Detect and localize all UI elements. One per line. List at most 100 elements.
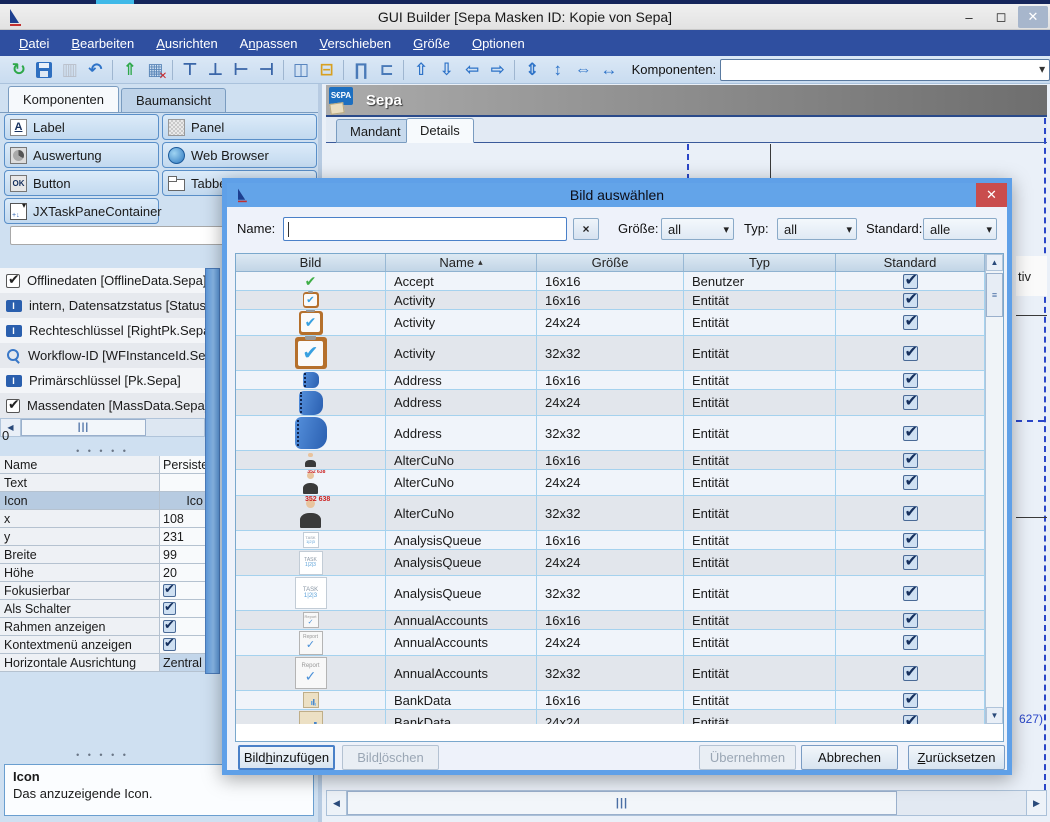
tab-details[interactable]: Details — [406, 118, 474, 143]
menu-item-anpassen[interactable]: Anpassen — [231, 33, 307, 54]
panel-scrollbar[interactable] — [205, 268, 220, 674]
align-top-icon[interactable]: ⊤ — [177, 58, 203, 82]
order-icon[interactable]: ⇑ — [117, 58, 143, 82]
table-row[interactable]: Address32x32Entität — [236, 416, 1003, 451]
delete-component-icon[interactable]: ▦ — [143, 58, 169, 82]
table-row[interactable]: TASK1|2|3AnalysisQueue24x24Entität — [236, 550, 1003, 576]
table-row[interactable]: ✔Activity16x16Entität — [236, 291, 1003, 310]
table-row[interactable]: ✔Activity32x32Entität — [236, 336, 1003, 371]
scroll-down-icon[interactable]: ▼ — [986, 707, 1003, 724]
standard-checkbox-checked[interactable] — [903, 475, 918, 490]
type-filter-select[interactable]: all ▾ — [777, 218, 857, 240]
distribute-vertical-icon[interactable]: ⊟ — [314, 58, 340, 82]
reset-button[interactable]: Zurücksetzen — [908, 745, 1005, 770]
save-icon[interactable] — [32, 58, 58, 82]
same-height-icon[interactable]: ⊏ — [374, 58, 400, 82]
undo-icon[interactable]: ↶ — [83, 58, 109, 82]
align-right-icon[interactable]: ⊣ — [254, 58, 280, 82]
palette-button-label[interactable]: ALabel — [4, 114, 159, 140]
column-header-größe[interactable]: Größe — [537, 254, 684, 271]
palette-button-button[interactable]: OKButton — [4, 170, 159, 196]
align-left-icon[interactable]: ⊢ — [228, 58, 254, 82]
standard-checkbox-checked[interactable] — [903, 533, 918, 548]
standard-checkbox-checked[interactable] — [903, 373, 918, 388]
table-row[interactable]: Address16x16Entität — [236, 371, 1003, 390]
menu-item-größe[interactable]: Größe — [404, 33, 459, 54]
property-value[interactable]: PersistentJ — [160, 456, 205, 473]
property-value[interactable]: 20 — [160, 564, 205, 581]
column-header-bild[interactable]: Bild — [236, 254, 386, 271]
resize-shorter-icon[interactable]: ↕ — [545, 58, 571, 82]
distribute-horizontal-icon[interactable]: ◫ — [288, 58, 314, 82]
list-item[interactable]: Massendaten [MassData.Sepa] — [0, 393, 205, 418]
list-item[interactable]: Workflow-ID [WFInstanceId.Sepa] — [0, 343, 205, 368]
column-header-typ[interactable]: Typ — [684, 254, 836, 271]
copy-icon[interactable]: ▥ — [57, 58, 83, 82]
table-row[interactable]: ✔Activity24x24Entität — [236, 310, 1003, 336]
standard-checkbox-checked[interactable] — [903, 635, 918, 650]
checkbox-checked-icon[interactable] — [163, 620, 176, 633]
tab-mandant[interactable]: Mandant — [336, 119, 415, 143]
size-filter-select[interactable]: all ▾ — [661, 218, 734, 240]
list-item[interactable]: intern, Datensatzstatus [Status.Sepa — [0, 293, 205, 318]
move-up-icon[interactable]: ⇧ — [408, 58, 434, 82]
property-value[interactable]: 108 — [160, 510, 205, 527]
tab-baumansicht[interactable]: Baumansicht — [121, 88, 226, 112]
table-row[interactable]: ✔Accept16x16Benutzer — [236, 272, 1003, 291]
refresh-icon[interactable]: ↻ — [6, 58, 32, 82]
clear-filter-button[interactable]: × — [573, 218, 599, 240]
palette-button-panel[interactable]: Panel — [162, 114, 317, 140]
property-value[interactable]: Ico — [160, 492, 205, 509]
property-value[interactable] — [160, 618, 205, 635]
property-value[interactable]: 99 — [160, 546, 205, 563]
table-row[interactable]: 352 638AlterCuNo24x24Entität — [236, 470, 1003, 496]
column-header-name[interactable]: Name▴ — [386, 254, 537, 271]
resize-taller-icon[interactable]: ⇕ — [519, 58, 545, 82]
property-value[interactable] — [160, 582, 205, 599]
komponenten-combobox[interactable]: ▾ — [720, 59, 1050, 81]
list-item[interactable]: Primärschlüssel [Pk.Sepa] — [0, 368, 205, 393]
standard-checkbox-checked[interactable] — [903, 506, 918, 521]
standard-filter-select[interactable]: alle ▾ — [923, 218, 997, 240]
scroll-up-icon[interactable]: ▲ — [986, 254, 1003, 271]
table-row[interactable]: Report✓AnnualAccounts32x32Entität — [236, 656, 1003, 691]
standard-checkbox-checked[interactable] — [903, 666, 918, 681]
property-value[interactable] — [160, 636, 205, 653]
scroll-right-icon[interactable]: ▶ — [1026, 791, 1046, 815]
palette-button-jxtaskpanecontainer[interactable]: JXTaskPaneContainer — [4, 198, 159, 224]
resize-narrower-icon[interactable]: ↔ — [596, 58, 622, 82]
menu-item-ausrichten[interactable]: Ausrichten — [147, 33, 226, 54]
standard-checkbox-checked[interactable] — [903, 693, 918, 708]
property-value[interactable]: 231 — [160, 528, 205, 545]
table-row[interactable]: 352 638AlterCuNo32x32Entität — [236, 496, 1003, 531]
table-row[interactable]: AlterCuNo16x16Entität — [236, 451, 1003, 470]
standard-checkbox-checked[interactable] — [903, 453, 918, 468]
table-row[interactable]: Address24x24Entität — [236, 390, 1003, 416]
close-button[interactable]: ✕ — [1018, 6, 1048, 28]
menu-item-verschieben[interactable]: Verschieben — [311, 33, 401, 54]
align-bottom-icon[interactable]: ⊥ — [203, 58, 229, 82]
tab-komponenten[interactable]: Komponenten — [8, 86, 119, 112]
property-value[interactable]: Zentral — [160, 654, 205, 671]
property-value[interactable] — [160, 600, 205, 617]
add-image-button[interactable]: Bild hinzufügen — [238, 745, 335, 770]
menu-item-datei[interactable]: Datei — [10, 33, 58, 54]
standard-checkbox-checked[interactable] — [903, 293, 918, 308]
resize-wider-icon[interactable]: ⇔ — [571, 58, 597, 82]
standard-checkbox-checked[interactable] — [903, 586, 918, 601]
maximize-button[interactable]: ◻ — [986, 6, 1016, 28]
table-row[interactable]: TASK1|2|3AnalysisQueue32x32Entität — [236, 576, 1003, 611]
palette-button-auswertung[interactable]: Auswertung — [4, 142, 159, 168]
menu-item-bearbeiten[interactable]: Bearbeiten — [62, 33, 143, 54]
list-item[interactable]: Offlinedaten [OfflineData.Sepa] — [0, 268, 205, 293]
palette-button-web-browser[interactable]: Web Browser — [162, 142, 317, 168]
scroll-left-icon[interactable]: ◀ — [327, 791, 347, 815]
table-row[interactable]: Report✓AnnualAccounts16x16Entität — [236, 611, 1003, 630]
standard-checkbox-checked[interactable] — [903, 346, 918, 361]
scroll-thumb[interactable]: ≡ — [986, 273, 1003, 317]
splitter-handle[interactable]: • • • • • — [0, 750, 205, 760]
table-row[interactable]: TASK1|2|3AnalysisQueue16x16Entität — [236, 531, 1003, 550]
name-filter-input[interactable] — [283, 217, 567, 241]
minimize-button[interactable]: – — [954, 6, 984, 28]
checkbox-checked-icon[interactable] — [163, 638, 176, 651]
